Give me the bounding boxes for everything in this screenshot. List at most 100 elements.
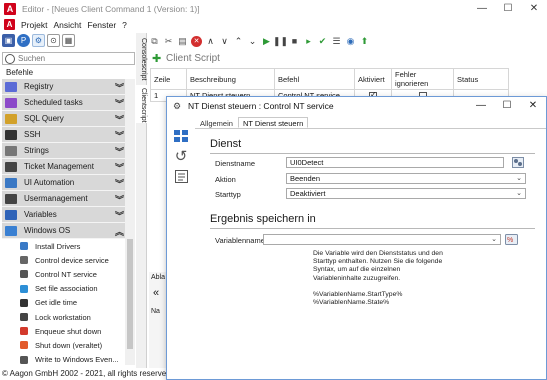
category-ssh[interactable]: SSH ︾ bbox=[2, 127, 125, 143]
command-item[interactable]: Control NT service bbox=[2, 267, 125, 281]
tab-consolescript[interactable]: Consolescript bbox=[136, 35, 147, 80]
col-description[interactable]: Beschreibung bbox=[186, 68, 275, 90]
scrollbar-thumb[interactable] bbox=[127, 239, 133, 349]
step-icon[interactable]: ▸ bbox=[303, 36, 314, 47]
list-icon[interactable]: ☰ bbox=[331, 36, 342, 47]
driver-icon bbox=[19, 241, 29, 251]
category-windows-os[interactable]: Windows OS ︽ bbox=[2, 223, 125, 239]
category-variables[interactable]: Variables ︾ bbox=[2, 207, 125, 223]
command-item[interactable]: Get idle time bbox=[2, 296, 125, 310]
category-ui-automation[interactable]: UI Automation ︾ bbox=[2, 175, 125, 191]
action-select[interactable]: Beenden ⌄ bbox=[286, 173, 526, 184]
menu-ansicht[interactable]: Ansicht bbox=[53, 20, 81, 30]
grid-icon[interactable]: ▦ bbox=[62, 34, 75, 47]
file-association-icon bbox=[19, 284, 29, 294]
sidebar-scrollbar[interactable] bbox=[125, 79, 135, 365]
col-active[interactable]: Aktiviert bbox=[354, 68, 392, 90]
menu-projekt[interactable]: Projekt bbox=[21, 20, 47, 30]
search-input[interactable] bbox=[18, 54, 128, 63]
stop-icon[interactable]: ■ bbox=[289, 36, 300, 47]
category-strings[interactable]: Strings ︾ bbox=[2, 143, 125, 159]
paste-icon[interactable]: ▤ bbox=[177, 36, 188, 47]
command-item[interactable]: Write to Windows Even... bbox=[2, 353, 125, 367]
command-item[interactable]: Enqueue shut down bbox=[2, 324, 125, 338]
category-sql-query[interactable]: SQL Query ︾ bbox=[2, 111, 125, 127]
category-usermanagement[interactable]: Usermanagement ︾ bbox=[2, 191, 125, 207]
chevron-down-icon[interactable]: ︾ bbox=[115, 113, 124, 126]
tab-nt-service[interactable]: NT Dienst steuern bbox=[237, 117, 309, 128]
move-down-icon[interactable]: ∨ bbox=[219, 36, 230, 47]
save-icon[interactable]: ▣ bbox=[2, 34, 15, 47]
ssh-icon bbox=[5, 129, 17, 140]
upload-icon[interactable]: ⬆ bbox=[359, 36, 370, 47]
dialog-maximize-button[interactable]: ☐ bbox=[494, 97, 520, 115]
copy-icon[interactable]: ⧉ bbox=[149, 36, 160, 47]
check-icon[interactable]: ✔ bbox=[317, 36, 328, 47]
command-label: Get idle time bbox=[35, 298, 78, 308]
maximize-button[interactable]: ☐ bbox=[495, 0, 521, 18]
command-item[interactable]: Set file association bbox=[2, 282, 125, 296]
layout-icon[interactable] bbox=[173, 129, 189, 143]
category-scheduled-tasks[interactable]: Scheduled tasks ︾ bbox=[2, 95, 125, 111]
chevron-down-icon[interactable]: ︾ bbox=[115, 81, 124, 94]
category-label: Strings bbox=[24, 146, 49, 155]
col-command[interactable]: Befehl bbox=[274, 68, 355, 90]
command-item[interactable]: Lock workstation bbox=[2, 310, 125, 324]
pause-icon[interactable]: ❚❚ bbox=[273, 36, 288, 47]
window-controls: — ☐ ✕ bbox=[469, 0, 547, 18]
starttype-select[interactable]: Deaktiviert ⌄ bbox=[286, 188, 526, 199]
category-label: Windows OS bbox=[24, 226, 71, 235]
move-up-icon[interactable]: ∧ bbox=[205, 36, 216, 47]
chevron-up-icon[interactable]: ︽ bbox=[115, 225, 124, 238]
close-button[interactable]: ✕ bbox=[521, 0, 547, 18]
command-item[interactable]: Control device service bbox=[2, 253, 125, 267]
tab-clientscript[interactable]: Clientscript bbox=[136, 85, 147, 123]
script-toolbar: ⧉ ✂ ▤ ✕ ∧ ∨ ⌃ ⌄ ▶ ❚❚ ■ ▸ ✔ ☰ ◉ ⬆ bbox=[149, 33, 370, 49]
script-icon[interactable]: ⚙ bbox=[32, 34, 45, 47]
debug-icon[interactable]: ◉ bbox=[345, 36, 356, 47]
notes-icon[interactable] bbox=[173, 169, 189, 183]
delete-icon[interactable]: ✕ bbox=[191, 35, 202, 47]
refresh-icon[interactable]: ↺ bbox=[173, 148, 189, 165]
tab-allgemein[interactable]: Allgemein bbox=[195, 117, 238, 128]
chevron-down-icon[interactable]: ︾ bbox=[115, 193, 124, 206]
background-panel: Abla « Na bbox=[149, 272, 167, 368]
move-top-icon[interactable]: ⌃ bbox=[233, 36, 244, 47]
dialog-title-bar: ⚙ NT Dienst steuern : Control NT service… bbox=[167, 97, 546, 115]
view-icon[interactable]: ⊙ bbox=[47, 34, 60, 47]
variable-picker-button[interactable]: % bbox=[505, 233, 518, 245]
category-ticket-management[interactable]: Ticket Management ︾ bbox=[2, 159, 125, 175]
chevron-down-icon[interactable]: ︾ bbox=[115, 129, 124, 142]
chevron-down-icon[interactable]: ︾ bbox=[115, 209, 124, 222]
minimize-button[interactable]: — bbox=[469, 0, 495, 18]
move-bottom-icon[interactable]: ⌄ bbox=[247, 36, 258, 47]
command-item[interactable]: Install Drivers bbox=[2, 239, 125, 253]
dialog-close-button[interactable]: ✕ bbox=[520, 97, 546, 115]
command-search[interactable] bbox=[2, 52, 135, 65]
chevron-down-icon[interactable]: ︾ bbox=[115, 177, 124, 190]
app-menu-icon[interactable]: A bbox=[4, 19, 15, 30]
col-ignore-errors[interactable]: Fehler ignorieren bbox=[391, 68, 454, 90]
menu-help[interactable]: ? bbox=[122, 20, 127, 30]
service-name-field[interactable]: UI0Detect bbox=[286, 157, 504, 168]
cut-icon[interactable]: ✂ bbox=[163, 36, 174, 47]
chevron-down-icon[interactable]: ︾ bbox=[115, 145, 124, 158]
title-bar: A Editor - [Neues Client Command 1 (Vers… bbox=[0, 0, 547, 18]
properties-icon[interactable]: P bbox=[17, 34, 30, 47]
service-picker-button[interactable] bbox=[511, 156, 524, 168]
category-registry[interactable]: Registry ︾ bbox=[2, 79, 125, 95]
help-line: %VariablenName.StartType% bbox=[313, 290, 403, 298]
variable-name-select[interactable]: ⌄ bbox=[263, 234, 501, 245]
menu-fenster[interactable]: Fenster bbox=[87, 20, 116, 30]
command-item[interactable]: Shut down (veraltet) bbox=[2, 338, 125, 352]
chevron-down-icon[interactable]: ︾ bbox=[115, 97, 124, 110]
command-label: Enqueue shut down bbox=[35, 326, 102, 336]
help-line: %VariablenName.State% bbox=[313, 299, 390, 307]
col-line[interactable]: Zeile bbox=[150, 68, 187, 90]
col-status[interactable]: Status bbox=[453, 68, 509, 90]
dialog-minimize-button[interactable]: — bbox=[468, 97, 494, 115]
chevron-down-icon[interactable]: ︾ bbox=[115, 161, 124, 174]
collapse-arrow-icon[interactable]: « bbox=[153, 287, 159, 299]
dialog-content: Dienst Dienstname UI0Detect Aktion Beend… bbox=[195, 128, 546, 379]
run-icon[interactable]: ▶ bbox=[261, 36, 272, 47]
